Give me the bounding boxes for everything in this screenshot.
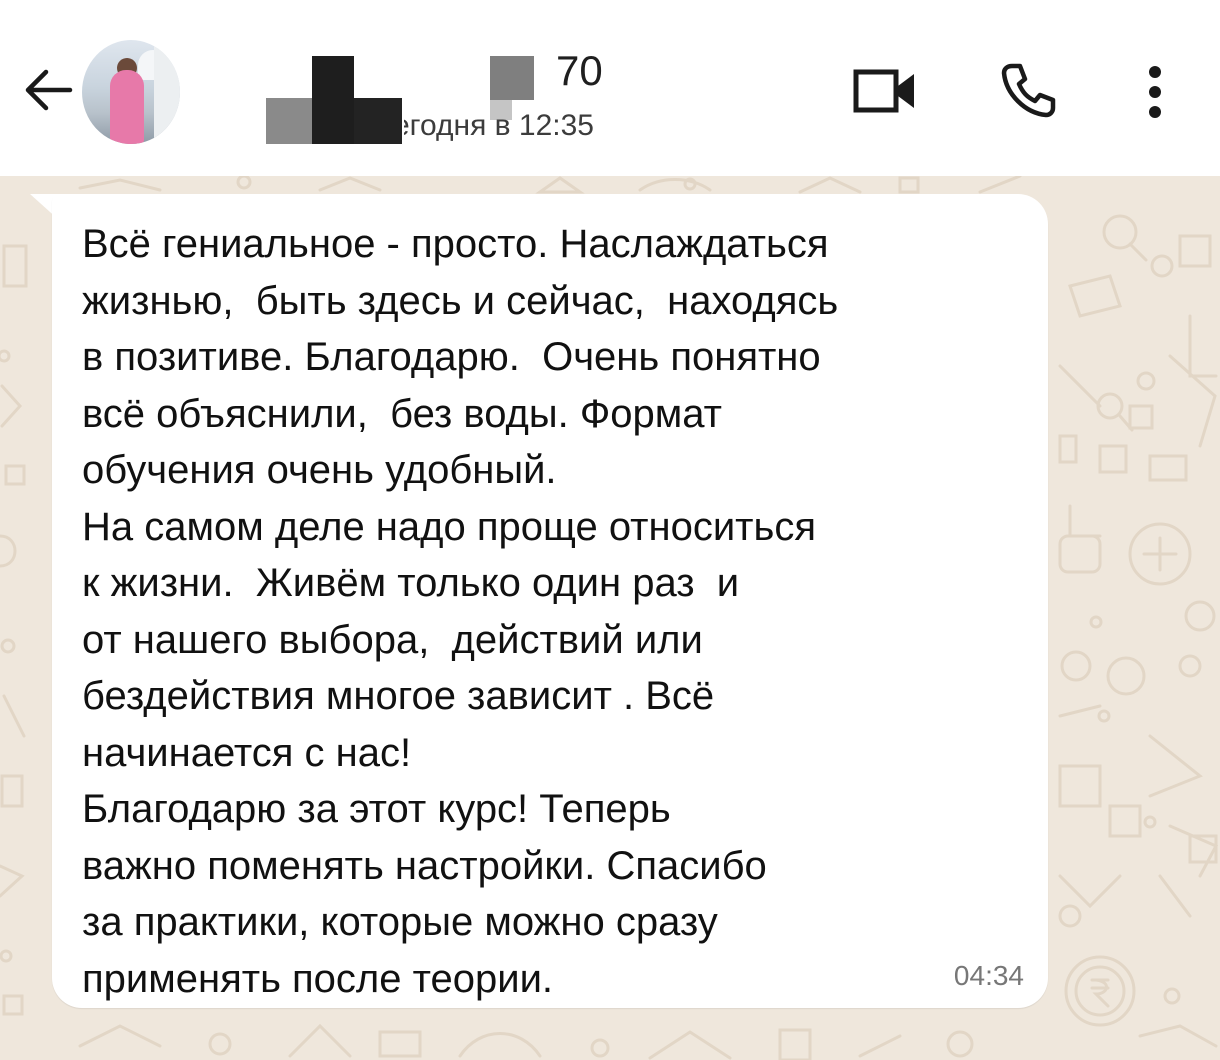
name-censor-block xyxy=(490,56,534,100)
message-timestamp: 04:34 xyxy=(953,960,1024,991)
back-button[interactable] xyxy=(20,62,76,118)
chat-header: 70 сегодня в 12:35 xyxy=(0,0,1220,176)
chat-area[interactable]: Всё гениальное - просто. Наслаждаться жи… xyxy=(0,176,1220,1060)
phone-icon xyxy=(1001,63,1056,118)
arrow-left-icon xyxy=(25,69,73,111)
incoming-message-bubble[interactable]: Всё гениальное - просто. Наслаждаться жи… xyxy=(52,194,1048,1008)
video-call-button[interactable] xyxy=(852,64,918,121)
message-text: Всё гениальное - просто. Наслаждаться жи… xyxy=(82,222,839,1001)
more-vertical-icon xyxy=(1149,66,1161,118)
avatar-photo-figure xyxy=(110,70,144,144)
contact-avatar[interactable] xyxy=(82,40,180,144)
name-censor-block xyxy=(354,98,402,144)
last-seen-status: сегодня в 12:35 xyxy=(404,109,594,142)
video-camera-icon xyxy=(853,69,914,113)
avatar-pixelation xyxy=(154,40,180,144)
last-seen-wrapper: сегодня в 12:35 xyxy=(404,102,694,146)
name-censor-block xyxy=(266,98,312,144)
contact-name: 70 xyxy=(556,47,603,94)
contact-info[interactable]: 70 сегодня в 12:35 xyxy=(266,44,626,144)
more-options-button[interactable] xyxy=(1140,64,1170,125)
voice-call-button[interactable] xyxy=(998,60,1058,125)
name-censor-block xyxy=(312,56,354,144)
